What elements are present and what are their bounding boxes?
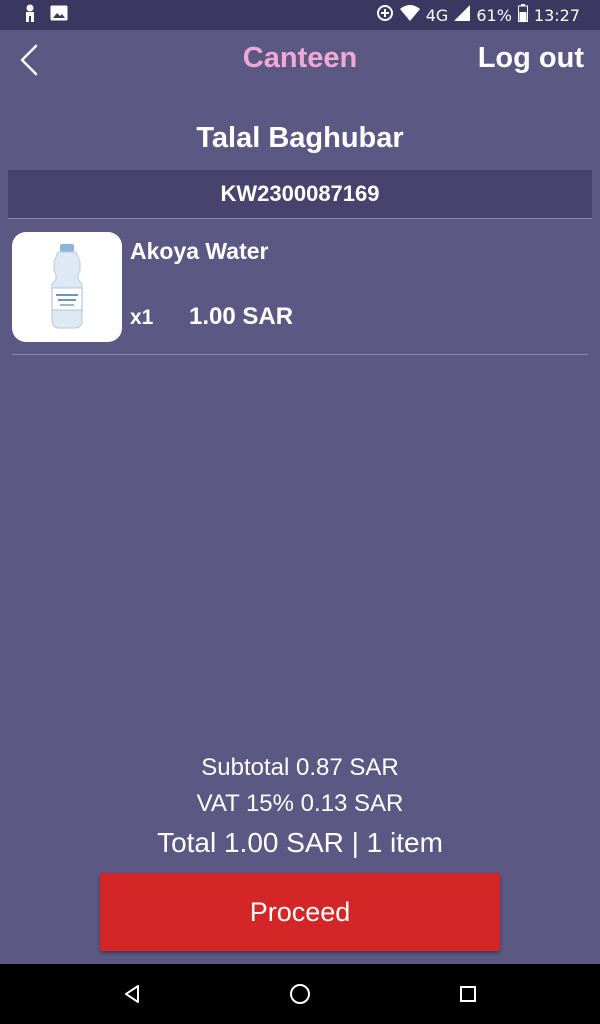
- nav-back-button[interactable]: [120, 982, 144, 1006]
- customer-name: Talal Baghubar: [196, 122, 404, 154]
- image-icon: [50, 5, 68, 25]
- app-bar: Canteen Log out: [0, 30, 600, 94]
- total-text: Total 1.00 SAR | 1 item: [157, 827, 443, 858]
- water-bottle-icon: [51, 244, 83, 329]
- triangle-back-icon: [120, 985, 144, 1010]
- status-bar-right: 4G 61% 13:27: [376, 4, 600, 26]
- product-image: [12, 232, 122, 342]
- status-bar-left: [0, 4, 68, 26]
- order-summary: Subtotal 0.87 SAR VAT 15% 0.13 SAR Total…: [0, 750, 600, 864]
- network-type: 4G: [425, 5, 449, 25]
- signal-icon: [454, 5, 471, 25]
- square-recents-icon: [456, 986, 480, 1010]
- person-icon: [24, 4, 36, 26]
- customer-id: KW2300087169: [220, 181, 380, 206]
- subtotal-text: Subtotal 0.87 SAR: [201, 754, 399, 781]
- nav-home-button[interactable]: [288, 982, 312, 1006]
- item-name: Akoya Water: [130, 238, 269, 264]
- logout-button[interactable]: Log out: [478, 42, 584, 75]
- vat-text: VAT 15% 0.13 SAR: [196, 790, 404, 817]
- item-quantity: x1: [130, 306, 154, 329]
- circle-home-icon: [288, 984, 312, 1010]
- proceed-button[interactable]: Proceed: [100, 873, 500, 951]
- battery-percent: 61%: [476, 5, 512, 25]
- data-saver-icon: [376, 4, 394, 26]
- battery-icon: [517, 4, 528, 26]
- clock: 13:27: [533, 5, 580, 25]
- nav-recents-button[interactable]: [456, 982, 480, 1006]
- wifi-icon: [399, 5, 420, 25]
- customer-id-bar: KW2300087169: [8, 170, 592, 219]
- status-bar: 4G 61% 13:27: [0, 0, 600, 30]
- item-price: 1.00 SAR: [189, 303, 294, 330]
- navigation-bar: [0, 964, 600, 1024]
- cart-item[interactable]: Akoya Water x1 1.00 SAR: [12, 232, 588, 355]
